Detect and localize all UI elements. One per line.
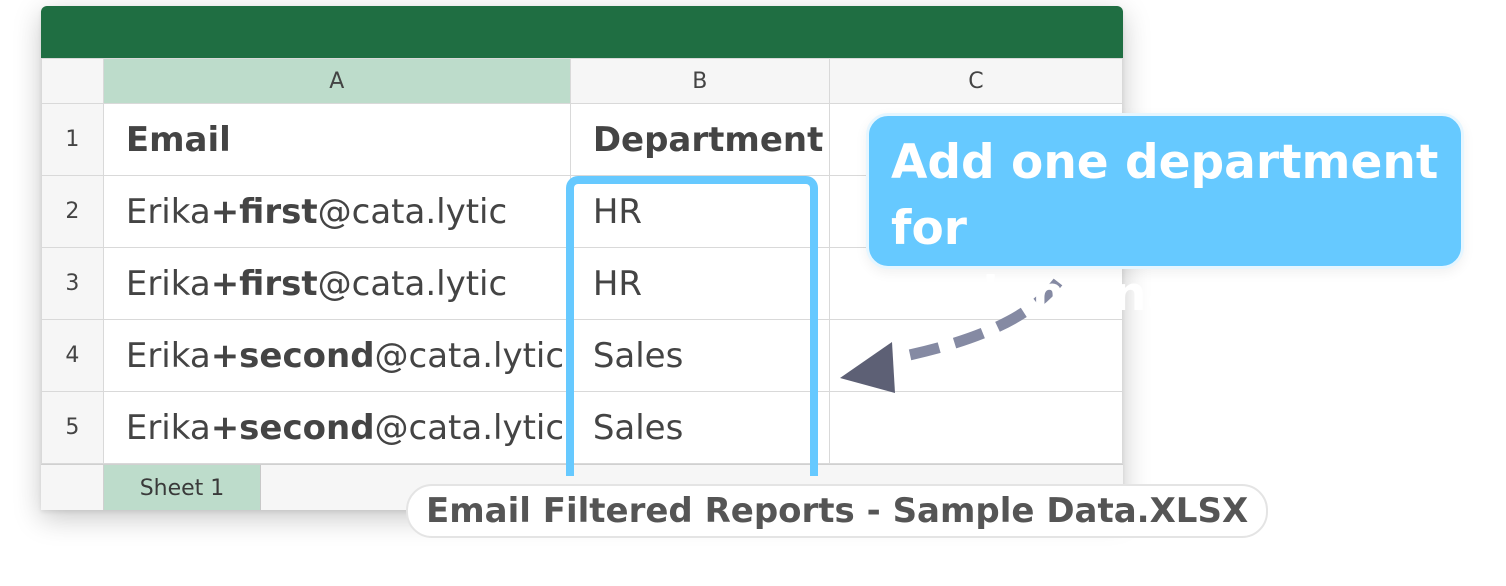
callout-bubble: Add one department for each manager. xyxy=(866,113,1464,322)
callout-line-1: Add one department for xyxy=(891,135,1439,256)
filename-label: Email Filtered Reports - Sample Data.XLS… xyxy=(406,484,1269,538)
callout-line-2: each manager. xyxy=(891,267,1278,322)
stage: A B C 1 Email Department 2 Erika+first@c… xyxy=(0,0,1506,586)
